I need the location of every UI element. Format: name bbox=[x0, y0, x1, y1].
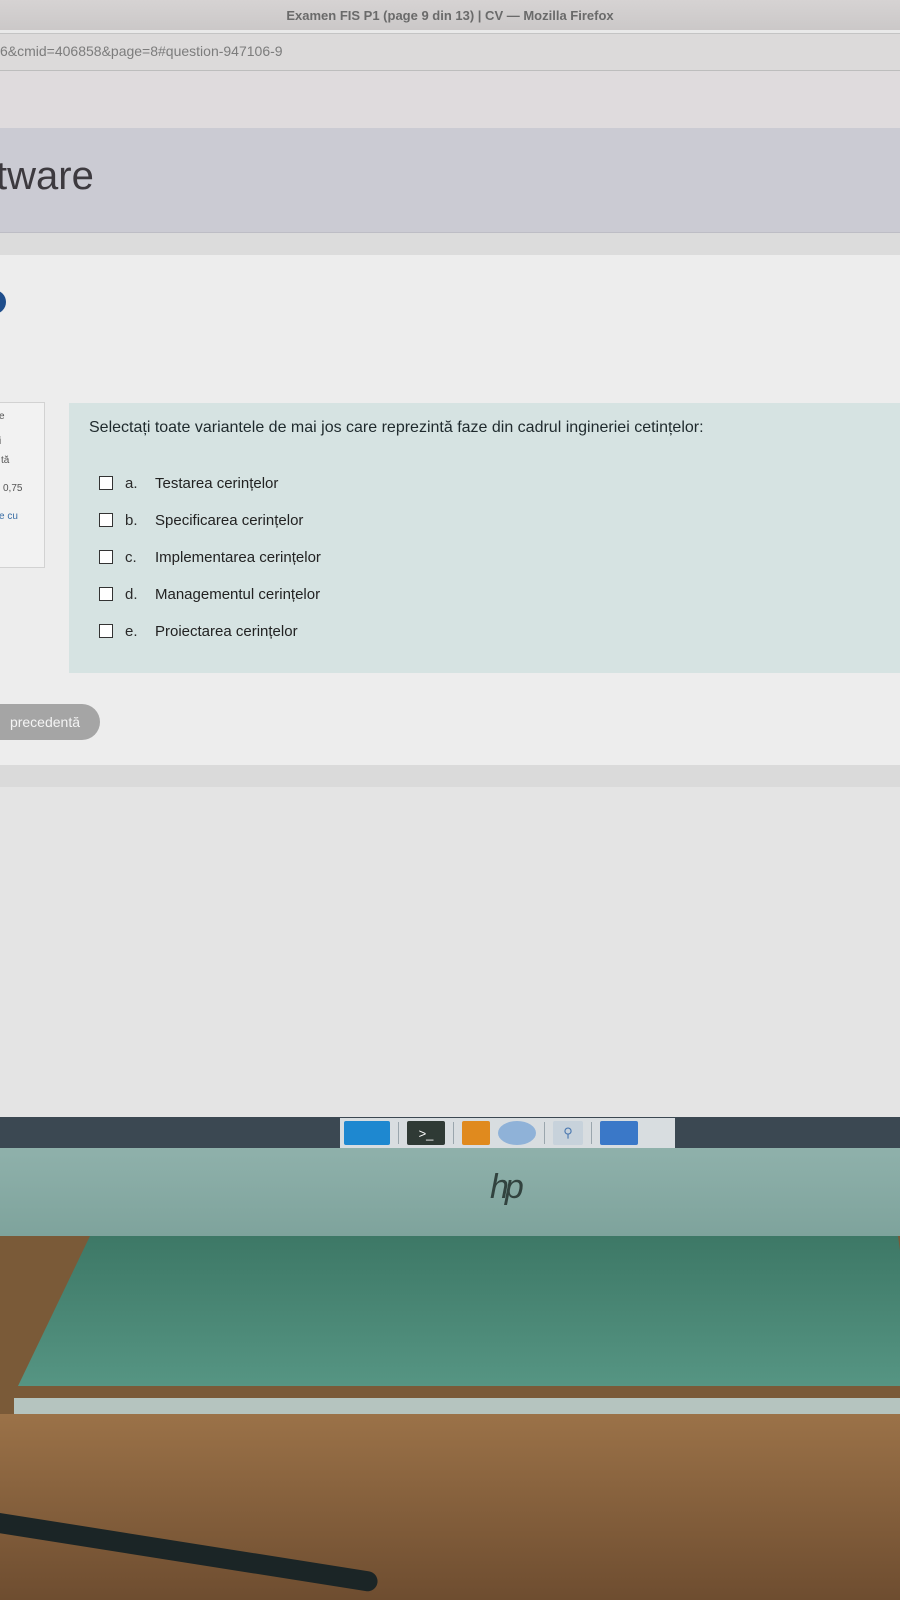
folder-icon[interactable] bbox=[600, 1121, 638, 1145]
info-line: e bbox=[0, 411, 5, 422]
search-icon[interactable]: ⚲ bbox=[553, 1121, 583, 1145]
taskbar-launcher: >_ ⚲ bbox=[340, 1118, 675, 1148]
launcher-separator bbox=[591, 1122, 592, 1144]
site-navbar bbox=[0, 71, 900, 128]
question-box: Selectați toate variantele de mai jos ca… bbox=[69, 403, 900, 673]
answer-letter: c. bbox=[125, 548, 137, 566]
answer-text: Managementul cerințelor bbox=[155, 585, 321, 603]
hp-logo: hp bbox=[490, 1168, 524, 1206]
answer-text: Specificarea cerințelor bbox=[155, 511, 304, 529]
answer-checkbox[interactable] bbox=[99, 550, 113, 564]
answer-letter: a. bbox=[125, 474, 138, 492]
files-icon[interactable] bbox=[462, 1121, 490, 1145]
answer-text: Proiectarea cerințelor bbox=[155, 622, 298, 640]
monitor-stand bbox=[18, 1236, 900, 1386]
answer-option-e[interactable]: e. Proiectarea cerințelor bbox=[99, 620, 298, 642]
question-info-panel: e i tă 0,75 e cu bbox=[0, 402, 45, 568]
answer-letter: d. bbox=[125, 585, 138, 603]
browser-globe-icon[interactable] bbox=[498, 1121, 536, 1145]
page-title: tware bbox=[0, 154, 94, 198]
answer-option-a[interactable]: a. Testarea cerințelor bbox=[99, 472, 278, 494]
answer-checkbox[interactable] bbox=[99, 513, 113, 527]
terminal-icon[interactable]: >_ bbox=[407, 1121, 445, 1145]
info-line: tă bbox=[1, 455, 10, 466]
address-bar[interactable]: 6&cmid=406858&page=8#question-947106-9 bbox=[0, 33, 900, 71]
question-text: Selectați toate variantele de mai jos ca… bbox=[89, 419, 704, 436]
page-header: tware bbox=[0, 128, 900, 233]
window-titlebar: Examen FIS P1 (page 9 din 13) | CV — Moz… bbox=[0, 0, 900, 30]
answer-text: Implementarea cerințelor bbox=[155, 548, 321, 566]
answer-checkbox[interactable] bbox=[99, 587, 113, 601]
answer-text: Testarea cerințelor bbox=[155, 474, 279, 492]
launcher-separator bbox=[453, 1122, 454, 1144]
flag-question-link[interactable]: e cu bbox=[0, 511, 18, 522]
window-title: Examen FIS P1 (page 9 din 13) | CV — Moz… bbox=[286, 7, 614, 23]
answer-letter: b. bbox=[125, 511, 138, 529]
answer-letter: e. bbox=[125, 622, 138, 640]
launcher-separator bbox=[544, 1122, 545, 1144]
header-divider bbox=[0, 233, 900, 255]
answer-checkbox[interactable] bbox=[99, 476, 113, 490]
question-mark-value: 0,75 bbox=[3, 483, 23, 494]
desktop-icon[interactable] bbox=[344, 1121, 390, 1145]
launcher-separator bbox=[398, 1122, 399, 1144]
monitor-stand-edge bbox=[14, 1398, 900, 1414]
desk-surface bbox=[0, 1414, 900, 1600]
url-text[interactable]: 6&cmid=406858&page=8#question-947106-9 bbox=[0, 43, 283, 59]
monitor-bezel bbox=[0, 1148, 900, 1236]
previous-page-button[interactable]: precedentă bbox=[0, 704, 100, 740]
info-line: i bbox=[0, 436, 2, 447]
answer-option-b[interactable]: b. Specificarea cerințelor bbox=[99, 509, 303, 531]
monitor-screen: Examen FIS P1 (page 9 din 13) | CV — Moz… bbox=[0, 0, 900, 1148]
content-divider bbox=[0, 765, 900, 787]
answer-option-d[interactable]: d. Managementul cerințelor bbox=[99, 583, 320, 605]
answer-option-c[interactable]: c. Implementarea cerințelor bbox=[99, 546, 321, 568]
answer-checkbox[interactable] bbox=[99, 624, 113, 638]
page-blank-area bbox=[0, 787, 900, 1117]
